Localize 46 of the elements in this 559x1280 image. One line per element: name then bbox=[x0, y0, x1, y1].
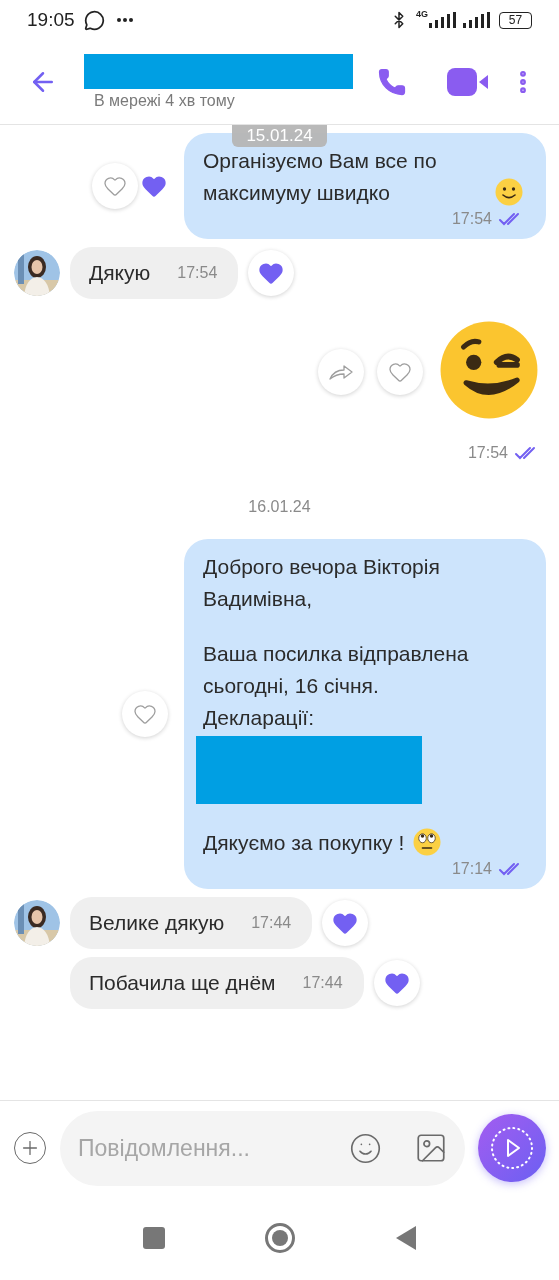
floating-date-label: 15.01.24 bbox=[232, 125, 327, 147]
voice-message-button[interactable] bbox=[478, 1114, 546, 1182]
clock: 19:05 bbox=[27, 7, 75, 32]
heart-icon bbox=[133, 702, 157, 726]
message-text: Доброго вечора Вікторія Вадимівна, bbox=[203, 554, 441, 612]
message-text: Дякую bbox=[89, 260, 151, 287]
recent-apps-button[interactable] bbox=[142, 1226, 165, 1249]
emoji-button[interactable] bbox=[349, 1131, 382, 1165]
gallery-button[interactable] bbox=[414, 1131, 448, 1165]
message-text: Дякуємо за покупку ! bbox=[203, 830, 405, 856]
message-time: 17:54 bbox=[177, 263, 218, 283]
message-text: Ваша посилка відправлена сьогодні, 16 січня. bbox=[203, 641, 470, 699]
eye-rolling-emoji-icon bbox=[412, 827, 443, 857]
message-time: 17:44 bbox=[302, 973, 343, 993]
smiling-emoji-icon bbox=[494, 177, 524, 207]
date-separator: 16.01.24 bbox=[248, 497, 311, 517]
message-time: 17:14 bbox=[451, 859, 492, 879]
message-text: Організуємо Вам все по максимуму швидко bbox=[203, 148, 438, 206]
signal-icon bbox=[429, 12, 457, 28]
like-button[interactable] bbox=[322, 900, 369, 946]
message-time: 17:54 bbox=[451, 209, 492, 229]
home-button[interactable] bbox=[264, 1222, 295, 1253]
message-text: Побачила ще днём bbox=[89, 970, 276, 997]
share-button[interactable] bbox=[318, 349, 364, 395]
message-time: 17:44 bbox=[251, 913, 292, 933]
heart-icon bbox=[388, 360, 412, 384]
battery-indicator: 57 bbox=[499, 11, 532, 29]
video-call-button[interactable] bbox=[447, 68, 489, 96]
message-time: 17:54 bbox=[467, 443, 508, 463]
winking-emoji-icon bbox=[438, 319, 540, 421]
message-text: Велике дякую bbox=[89, 910, 225, 937]
more-notifications-icon bbox=[116, 18, 133, 22]
message-input-field[interactable]: Повідомлення... bbox=[78, 1130, 349, 1166]
like-button[interactable] bbox=[248, 250, 295, 296]
online-status: В мережі 4 хв тому bbox=[94, 90, 236, 111]
signal-icon bbox=[463, 12, 491, 28]
heart-icon bbox=[103, 174, 127, 198]
network-type: 4G bbox=[416, 8, 428, 22]
back-nav-button[interactable] bbox=[394, 1224, 417, 1251]
chat-app-icon bbox=[83, 9, 105, 31]
share-arrow-icon bbox=[328, 363, 354, 381]
play-icon bbox=[490, 1126, 534, 1170]
phone-call-button[interactable] bbox=[377, 67, 407, 97]
message-text: Декларації: bbox=[203, 705, 314, 731]
like-button[interactable] bbox=[373, 960, 420, 1006]
message-field[interactable]: Повідомлення... bbox=[60, 1110, 465, 1186]
